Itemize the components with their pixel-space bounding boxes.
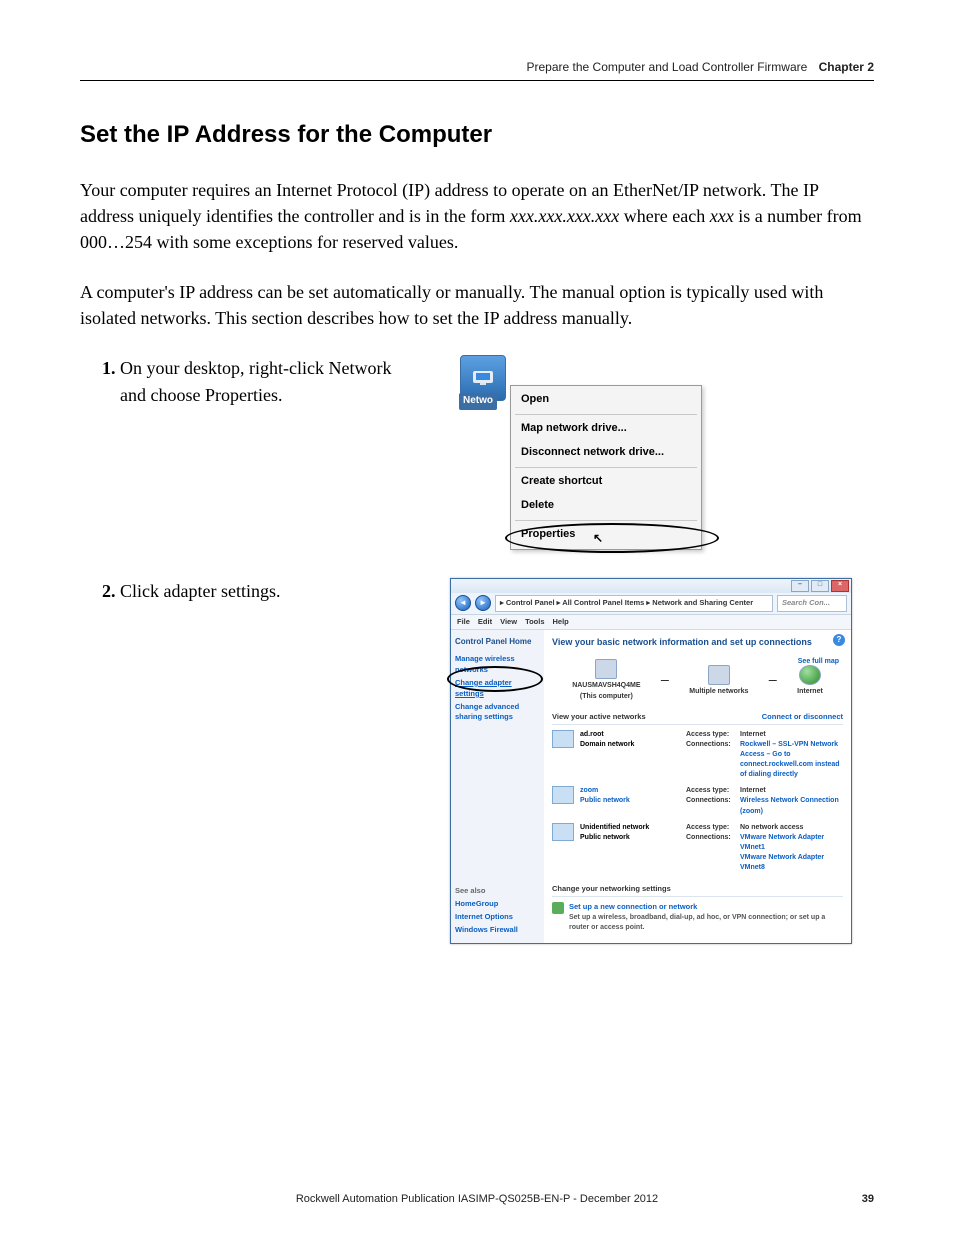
- section-title: Set the IP Address for the Computer: [80, 121, 874, 149]
- network-entry: ad.root Domain network Access type:Inter…: [552, 727, 843, 784]
- network-icon: [552, 823, 574, 841]
- address-bar-row: ◄ ► ▸ Control Panel ▸ All Control Panel …: [451, 593, 851, 615]
- page-footer: Rockwell Automation Publication IASIMP-Q…: [80, 1193, 874, 1205]
- menu-bar: File Edit View Tools Help: [451, 615, 851, 631]
- ctx-properties[interactable]: Properties: [511, 523, 701, 547]
- intro-paragraph-2: A computer's IP address can be set autom…: [80, 279, 874, 331]
- internet-label: Internet: [797, 687, 823, 697]
- connect-disconnect-link[interactable]: Connect or disconnect: [762, 712, 843, 723]
- sidebar-manage-wireless[interactable]: Manage wireless networks: [455, 654, 540, 676]
- chapter-label: Chapter 2: [819, 60, 874, 74]
- search-input[interactable]: Search Con...: [777, 595, 847, 612]
- net3-name: Unidentified network: [580, 823, 680, 833]
- publication-info: Rockwell Automation Publication IASIMP-Q…: [296, 1193, 658, 1205]
- nav-back-button[interactable]: ◄: [455, 595, 471, 611]
- map-connector: —: [769, 675, 777, 687]
- window-titlebar: – □ ×: [451, 579, 851, 593]
- running-header-title: Prepare the Computer and Load Controller…: [526, 60, 807, 74]
- network-icon: [552, 786, 574, 804]
- active-networks-title: View your active networks: [552, 712, 646, 723]
- sidebar-advanced-sharing[interactable]: Change advanced sharing settings: [455, 702, 540, 724]
- step-2: Click adapter settings. – □ × ◄ ► ▸ C: [120, 578, 874, 945]
- help-icon[interactable]: ?: [833, 634, 845, 646]
- step-1-text: On your desktop, right-click Network and…: [120, 358, 391, 404]
- ctx-create-shortcut[interactable]: Create shortcut: [511, 470, 701, 494]
- setup-icon: [552, 902, 564, 914]
- close-button[interactable]: ×: [831, 580, 849, 592]
- sidebar-internet-options[interactable]: Internet Options: [455, 912, 518, 923]
- sidebar-windows-firewall[interactable]: Windows Firewall: [455, 925, 518, 936]
- menu-view[interactable]: View: [500, 617, 517, 628]
- cursor-icon: ↖: [593, 530, 603, 547]
- ctx-delete[interactable]: Delete: [511, 494, 701, 518]
- net2-type: Public network: [580, 796, 680, 806]
- network-icon-label: Netwo: [459, 393, 497, 410]
- network-entry: Unidentified network Public network Acce…: [552, 820, 843, 877]
- main-content: ? View your basic network information an…: [544, 630, 851, 943]
- sidebar-home[interactable]: Control Panel Home: [455, 636, 540, 648]
- menu-file[interactable]: File: [457, 617, 470, 628]
- ctx-open[interactable]: Open: [511, 388, 701, 412]
- see-full-map-link[interactable]: See full map: [798, 657, 839, 667]
- ctx-separator: [515, 520, 697, 521]
- net3-type: Public network: [580, 833, 680, 843]
- net3-connection-link-2[interactable]: VMware Network Adapter VMnet8: [740, 853, 843, 873]
- menu-tools[interactable]: Tools: [525, 617, 544, 628]
- running-header: Prepare the Computer and Load Controller…: [80, 60, 874, 81]
- ctx-map-drive[interactable]: Map network drive...: [511, 417, 701, 441]
- multiple-networks-label: Multiple networks: [689, 687, 748, 697]
- network-desktop-icon[interactable]: Netwo: [460, 355, 506, 401]
- page-number: 39: [862, 1193, 874, 1205]
- net1-type: Domain network: [580, 740, 680, 750]
- network-icon: [552, 730, 574, 748]
- map-connector: —: [661, 675, 669, 687]
- net1-name: ad.root: [580, 730, 680, 740]
- figure-network-context-menu: Netwo Open Map network drive... Disconne…: [460, 355, 710, 401]
- setup-title: Set up a new connection or network: [569, 902, 843, 913]
- maximize-button[interactable]: □: [811, 580, 829, 592]
- main-title: View your basic network information and …: [552, 636, 843, 649]
- net2-name: zoom: [580, 786, 680, 796]
- computer-icon: [595, 659, 617, 679]
- step-1: On your desktop, right-click Network and…: [120, 355, 874, 407]
- networks-icon: [708, 665, 730, 685]
- computer-sub: (This computer): [572, 692, 640, 702]
- ctx-separator: [515, 467, 697, 468]
- context-menu: Open Map network drive... Disconnect net…: [510, 385, 702, 550]
- setup-desc: Set up a wireless, broadband, dial-up, a…: [569, 913, 843, 933]
- sidebar-homegroup[interactable]: HomeGroup: [455, 899, 518, 910]
- menu-edit[interactable]: Edit: [478, 617, 492, 628]
- figure-network-sharing-center: – □ × ◄ ► ▸ Control Panel ▸ All Control …: [450, 578, 852, 945]
- minimize-button[interactable]: –: [791, 580, 809, 592]
- menu-help[interactable]: Help: [553, 617, 569, 628]
- network-entry: zoom Public network Access type:Internet…: [552, 783, 843, 819]
- change-settings-title: Change your networking settings: [552, 884, 843, 897]
- sidebar-see-also: See also: [455, 886, 518, 897]
- net2-connection-link[interactable]: Wireless Network Connection (zoom): [740, 796, 843, 816]
- sidebar-change-adapter[interactable]: Change adapter settings: [455, 678, 540, 700]
- computer-name: NAUSMAVSH4Q4ME: [572, 681, 640, 691]
- breadcrumb[interactable]: ▸ Control Panel ▸ All Control Panel Item…: [495, 595, 773, 612]
- net1-connection-link[interactable]: Rockwell – SSL-VPN Network Access – Go t…: [740, 740, 843, 781]
- ctx-separator: [515, 414, 697, 415]
- step-2-text: Click adapter settings.: [120, 581, 280, 601]
- setup-connection-item[interactable]: Set up a new connection or network Set u…: [552, 900, 843, 937]
- network-map: See full map NAUSMAVSH4Q4ME (This comput…: [552, 655, 843, 705]
- intro-paragraph-1: Your computer requires an Internet Proto…: [80, 177, 874, 255]
- net3-connection-link-1[interactable]: VMware Network Adapter VMnet1: [740, 833, 843, 853]
- nav-forward-button[interactable]: ►: [475, 595, 491, 611]
- ctx-disconnect-drive[interactable]: Disconnect network drive...: [511, 441, 701, 465]
- sidebar: Control Panel Home Manage wireless netwo…: [451, 630, 544, 943]
